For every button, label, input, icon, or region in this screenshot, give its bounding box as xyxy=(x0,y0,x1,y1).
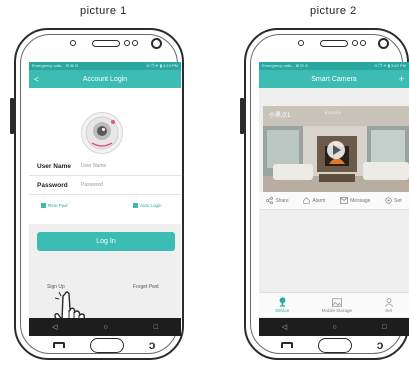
password-row: Password Password xyxy=(29,176,181,195)
phone-1-camera-icon xyxy=(151,38,162,49)
message-label: Message xyxy=(350,197,371,204)
android-nav-bar: ◁ ○ □ xyxy=(29,318,181,336)
status-bar: Emergency calls... ⊠ ⊟ ⊙ ⊙ ❐ ✈ ▮ 3:40 PM xyxy=(259,62,409,70)
nav-recent-icon[interactable]: □ xyxy=(382,324,386,331)
phone-1-screen: Emergency calls... ✉ ⊠ ⊡ ⊙ ❐ ✈ ▮ 4:15 PM… xyxy=(29,62,181,336)
status-right: ⊙ ❐ ✈ ▮ 3:40 PM xyxy=(374,63,406,68)
nav-home-icon[interactable]: ○ xyxy=(332,324,336,331)
status-left: Emergency calls... ✉ ⊠ ⊡ xyxy=(32,63,79,68)
hardware-home-button[interactable] xyxy=(89,337,124,353)
phone-2-speaker xyxy=(320,40,348,47)
phone-1-volume-button xyxy=(10,98,14,134)
password-label: Password xyxy=(37,181,68,189)
username-field[interactable]: User Name xyxy=(81,163,106,169)
tab-storage-label: Mobile Storage xyxy=(321,307,352,313)
share-icon xyxy=(266,197,274,204)
username-label: User Name xyxy=(37,162,71,170)
hardware-recent-icon[interactable]: ↄ xyxy=(149,338,156,352)
device-icon xyxy=(279,297,286,307)
phone-2-dot-icon xyxy=(352,40,358,46)
status-left: Emergency calls... ⊠ ⊟ ⊙ xyxy=(262,63,309,68)
tab-device[interactable]: Device xyxy=(275,297,289,313)
checkbox-icon xyxy=(133,203,138,208)
back-icon[interactable]: < xyxy=(34,75,39,84)
storage-icon xyxy=(331,297,342,307)
alarm-button[interactable]: Alarm xyxy=(303,197,325,204)
auto-login-label: Auto Login xyxy=(140,203,162,208)
nav-home-icon[interactable]: ○ xyxy=(103,324,107,331)
phone-1-dot-icon xyxy=(124,40,130,46)
status-bar: Emergency calls... ✉ ⊠ ⊡ ⊙ ❐ ✈ ▮ 4:15 PM xyxy=(29,62,181,70)
page-title: Account Login xyxy=(82,75,128,83)
add-device-icon[interactable]: + xyxy=(399,74,404,84)
checkbox-icon xyxy=(41,203,46,208)
hardware-back-icon[interactable] xyxy=(280,342,293,348)
nav-recent-icon[interactable]: □ xyxy=(154,324,158,331)
nav-back-icon[interactable]: ◁ xyxy=(282,323,287,331)
stage: picture 1 picture 2 Emergency calls... ✉… xyxy=(0,0,409,365)
message-icon xyxy=(340,197,349,204)
phone-2-screen: Emergency calls... ⊠ ⊟ ⊙ ⊙ ❐ ✈ ▮ 3:40 PM… xyxy=(259,62,409,336)
page-title: Smart Camera xyxy=(311,75,357,83)
phone-2-volume-button xyxy=(240,98,244,134)
tab-mobile-storage[interactable]: Mobile Storage xyxy=(321,297,352,313)
camera-icon xyxy=(85,116,119,150)
phone-1-speaker xyxy=(92,40,120,47)
nav-back-icon[interactable]: ◁ xyxy=(52,323,57,331)
settings-button[interactable]: Set xyxy=(385,197,402,204)
username-row: User Name User Name xyxy=(29,157,181,176)
android-nav-bar: ◁ ○ □ xyxy=(259,318,409,336)
phone-2-sensor-icon xyxy=(298,40,304,46)
alarm-icon xyxy=(303,197,311,204)
password-field[interactable]: Password xyxy=(81,182,103,188)
phone-1-dot-icon xyxy=(132,40,138,46)
camera-actions: Share Alarm Message Set xyxy=(259,192,409,210)
app-header: < Account Login xyxy=(29,70,181,88)
status-right: ⊙ ❐ ✈ ▮ 4:15 PM xyxy=(146,63,178,68)
phone-1-sensor-icon xyxy=(70,40,76,46)
tab-set-label: Set xyxy=(385,307,393,313)
hardware-back-icon[interactable] xyxy=(52,342,65,348)
settings-label: Set xyxy=(394,197,402,204)
camera-logo xyxy=(81,112,123,154)
remember-password-checkbox[interactable]: Rem Pwd xyxy=(41,203,68,208)
hardware-home-button[interactable] xyxy=(317,337,352,353)
alarm-label: Alarm xyxy=(312,197,326,204)
tab-set[interactable]: Set xyxy=(384,297,393,313)
caption-picture-2: picture 2 xyxy=(310,5,357,17)
camera-preview[interactable]: 小黑点1 0 0 0 0 0 xyxy=(263,106,409,192)
phone-2-dot-icon xyxy=(360,40,366,46)
phone-1-hardware-keys: ↄ xyxy=(40,336,168,354)
auto-login-checkbox[interactable]: Auto Login xyxy=(133,203,162,208)
phone-2-camera-icon xyxy=(378,38,389,49)
app-header: Smart Camera + xyxy=(259,70,409,88)
hardware-recent-icon[interactable]: ↄ xyxy=(377,338,384,352)
share-button[interactable]: Share xyxy=(266,197,289,204)
settings-icon xyxy=(385,197,392,204)
message-button[interactable]: Message xyxy=(340,197,370,204)
user-icon xyxy=(384,297,393,307)
caption-picture-1: picture 1 xyxy=(80,5,127,17)
share-label: Share xyxy=(275,197,289,204)
camera-status: 0 0 0 0 0 xyxy=(325,110,341,115)
tab-device-label: Device xyxy=(275,308,290,313)
remember-label: Rem Pwd xyxy=(48,203,68,208)
bottom-tab-bar: Device Mobile Storage Set xyxy=(259,292,409,317)
forgot-password-link[interactable]: Forget Pwd xyxy=(133,284,159,290)
login-button[interactable]: Log In xyxy=(37,232,175,251)
camera-name: 小黑点1 xyxy=(269,113,291,119)
phone-2-hardware-keys: ↄ xyxy=(268,336,396,354)
